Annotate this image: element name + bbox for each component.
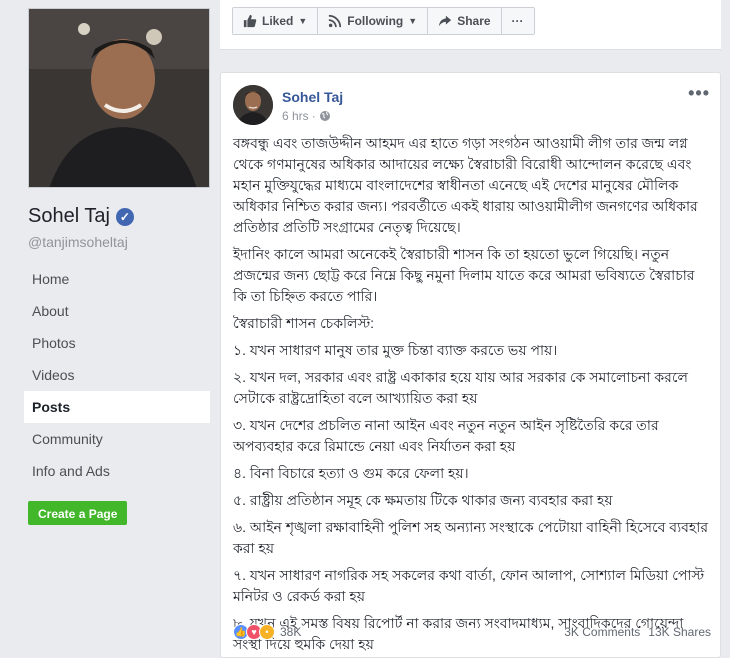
action-button-group: Liked ▼ Following ▼ Share ··· (232, 7, 535, 35)
chevron-down-icon: ▼ (298, 16, 308, 26)
post-paragraph: ১. যখন সাধারণ মানুষ তার মুক্ত চিন্তা ব্য… (233, 342, 558, 358)
share-button[interactable]: Share (428, 8, 502, 34)
page-name: Sohel Taj ✓ (28, 205, 134, 228)
more-options-button[interactable]: ··· (501, 8, 534, 34)
reactions-count: 38K (280, 625, 302, 639)
liked-button[interactable]: Liked ▼ (233, 8, 319, 34)
post-body: বঙ্গবন্ধু এবং তাজউদ্দীন আহমদ এর হাতে গড়… (233, 133, 711, 658)
post-engagement-bar: 👍 ♥ • 38K 3K Comments 13K Shares (233, 621, 711, 643)
post-card: Sohel Taj 6 hrs · ••• বঙ্গবন্ধু এবং তাজউ… (220, 72, 721, 658)
post-meta: 6 hrs · (282, 109, 331, 123)
verified-badge-icon: ✓ (115, 207, 134, 226)
sad-reaction-icon: • (259, 624, 275, 640)
share-arrow-icon (439, 15, 452, 27)
nav-item-info-and-ads[interactable]: Info and Ads (24, 455, 210, 487)
nav-item-home[interactable]: Home (24, 263, 210, 295)
following-label: Following (347, 14, 404, 28)
create-page-button[interactable]: Create a Page (28, 501, 128, 525)
nav-item-community[interactable]: Community (24, 423, 210, 455)
nav-item-about[interactable]: About (24, 295, 210, 327)
nav-item-posts[interactable]: Posts (24, 391, 210, 423)
share-label: Share (457, 14, 491, 28)
more-dots-icon: ··· (511, 14, 524, 28)
post-paragraph: ৫. রাষ্ট্রীয় প্রতিষ্ঠান সমূহ কে ক্ষমতায… (233, 492, 613, 508)
post-timestamp[interactable]: 6 hrs (282, 109, 309, 123)
page-name-text: Sohel Taj (28, 205, 110, 227)
comments-count-link[interactable]: 3K Comments (564, 625, 640, 639)
nav-item-photos[interactable]: Photos (24, 327, 210, 359)
post-paragraph: ৩. যখন দেশের প্রচলিত নানা আইন এবং নতুন ন… (233, 417, 659, 454)
liked-label: Liked (262, 14, 294, 28)
thumbs-up-icon (243, 14, 257, 28)
post-paragraph: ৪. বিনা বিচারে হত্যা ও গুম করে ফেলা হয়। (233, 465, 469, 481)
post-author-avatar[interactable] (233, 85, 273, 125)
engagement-counts: 3K Comments 13K Shares (564, 625, 711, 639)
page-nav: Home About Photos Videos Posts Community… (24, 263, 210, 487)
following-button[interactable]: Following ▼ (318, 8, 429, 34)
rss-feed-icon (329, 14, 342, 28)
post-options-icon[interactable]: ••• (688, 83, 710, 104)
post-paragraph: ৭. যখন সাধারণ নাগরিক সহ সকলের কথা বার্তা… (233, 567, 705, 604)
nav-item-videos[interactable]: Videos (24, 359, 210, 391)
globe-icon[interactable] (319, 110, 331, 122)
reactions-summary[interactable]: 👍 ♥ • 38K (233, 624, 301, 640)
post-paragraph: স্বৈরাচারী শাসন চেকলিস্ট: (233, 315, 375, 331)
post-author-name[interactable]: Sohel Taj (282, 89, 343, 105)
profile-photo[interactable] (28, 8, 210, 188)
left-column: Sohel Taj ✓ @tanjimsoheltaj Home About P… (0, 0, 220, 658)
separator-dot: · (311, 109, 316, 123)
chevron-down-icon: ▼ (408, 16, 418, 26)
post-paragraph: বঙ্গবন্ধু এবং তাজউদ্দীন আহমদ এর হাতে গড়… (233, 135, 698, 235)
post-paragraph: ইদানিং কালে আমরা অনেকেই স্বৈরাচারী শাসন … (233, 246, 695, 304)
shares-count-link[interactable]: 13K Shares (648, 625, 711, 639)
page-action-bar: Liked ▼ Following ▼ Share ··· (220, 0, 721, 50)
post-paragraph: ২. যখন দল, সরকার এবং রাষ্ট্র একাকার হয়ে… (233, 369, 688, 406)
post-paragraph: ৬. আইন শৃঙ্খলা রক্ষাবাহিনী পুলিশ সহ অন্য… (233, 519, 709, 556)
page-handle[interactable]: @tanjimsoheltaj (28, 234, 128, 250)
